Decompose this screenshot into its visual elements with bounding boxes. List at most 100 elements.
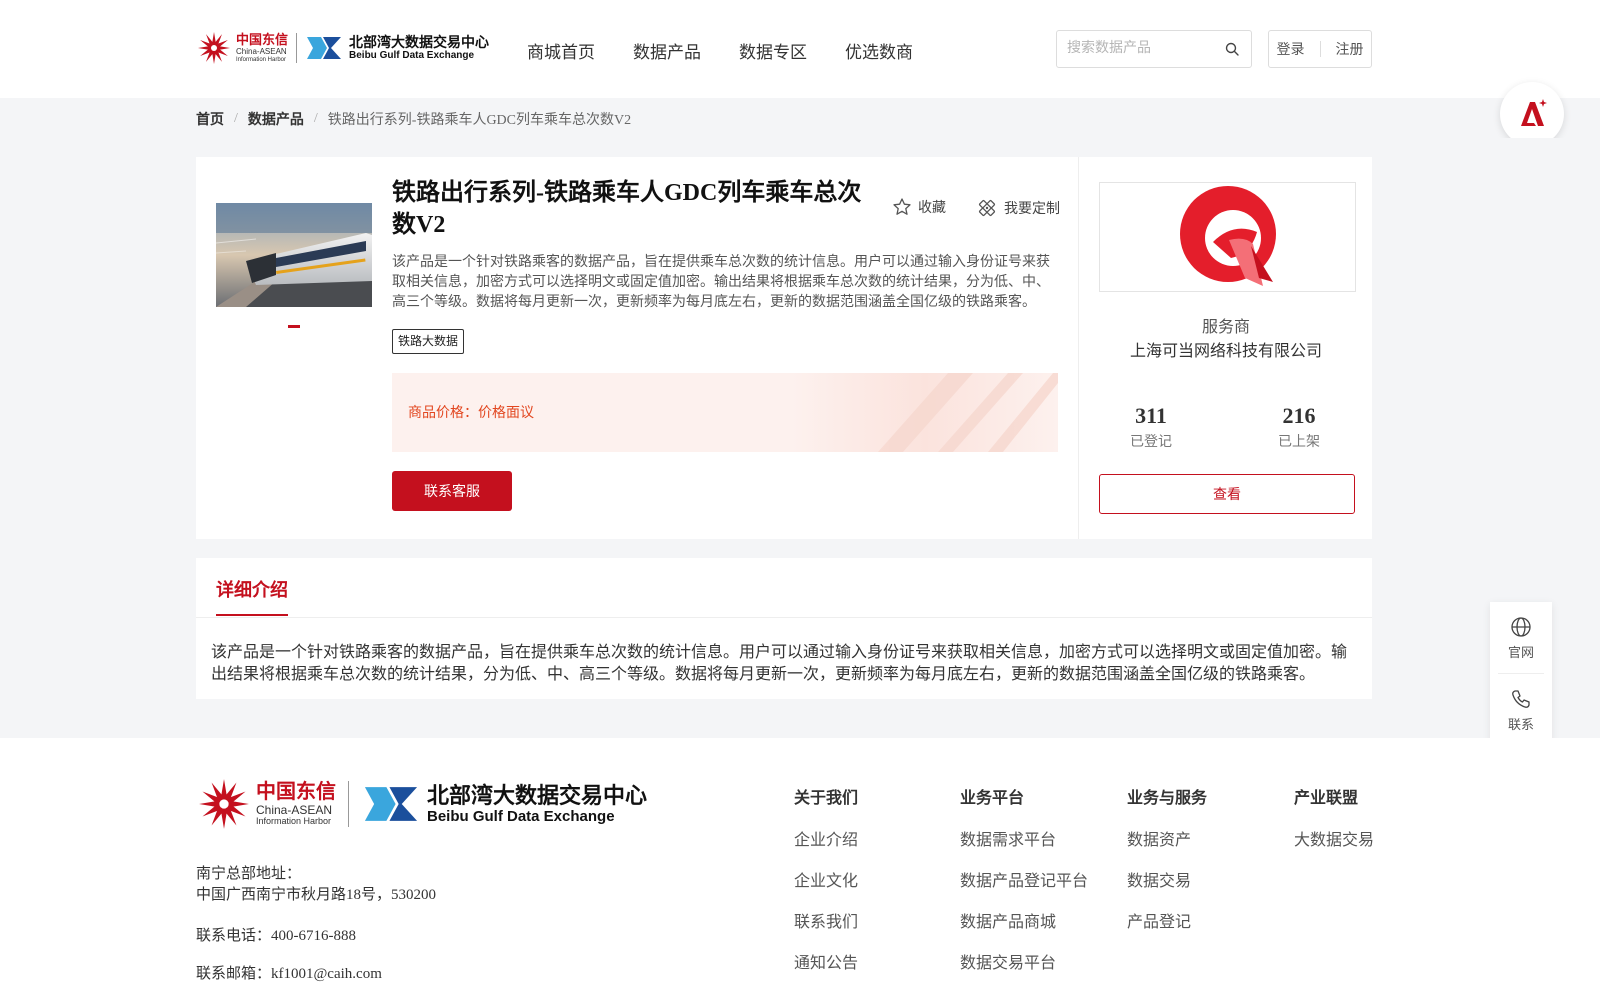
china-asean-logo-icon: [198, 32, 230, 64]
footer-col-title: 产业联盟: [1294, 790, 1359, 807]
breadcrumb-home[interactable]: 首页: [196, 109, 224, 129]
assistant-icon: [1521, 99, 1547, 126]
side-toolbar: 官网 联系: [1490, 602, 1552, 744]
provider-card: 服务商 上海可当网络科技有限公司 311 已登记 216 已上架 查看: [1078, 157, 1372, 539]
product-description: 该产品是一个针对铁路乘客的数据产品，旨在提供乘车总次数的统计信息。用户可以通过输…: [392, 255, 1050, 310]
breadcrumb-category[interactable]: 数据产品: [248, 109, 304, 129]
register-link[interactable]: 注册: [1336, 39, 1364, 59]
logo-cn-line2: China-ASEAN: [236, 47, 287, 56]
nav-item-home[interactable]: 商城首页: [527, 38, 595, 63]
provider-logo[interactable]: [1099, 182, 1356, 292]
footer-logo-cn-text: 中国东信 China-ASEAN Information Harbor: [256, 782, 336, 826]
footer-logo-divider: [348, 781, 349, 827]
footer-link[interactable]: 大数据交易: [1294, 826, 1374, 850]
stat-listed-count: 216: [1282, 403, 1316, 428]
phone-icon: [1512, 690, 1530, 708]
search-icon[interactable]: [1225, 42, 1239, 56]
footer-link[interactable]: 数据交易平台: [960, 949, 1088, 973]
price-decoration: [878, 373, 1058, 452]
footer-link[interactable]: 企业介绍: [794, 826, 858, 850]
nav-item-vendors[interactable]: 优选数商: [845, 38, 913, 63]
main-nav: 商城首页 数据产品 数据专区 优选数商: [527, 38, 913, 63]
product-title: 铁路出行系列-铁路乘车人GDC列车乘车总次数V2: [392, 180, 862, 238]
nav-item-data-zone[interactable]: 数据专区: [739, 38, 807, 63]
provider-name[interactable]: 上海可当网络科技有限公司: [1079, 337, 1373, 361]
footer-logo: 中国东信 China-ASEAN Information Harbor 北部湾大…: [196, 776, 647, 832]
logo-bg-text: 北部湾大数据交易中心 Beibu Gulf Data Exchange: [349, 35, 489, 61]
logo-cn-line3: Information Harbor: [236, 57, 287, 63]
detail-card: 详细介绍 该产品是一个针对铁路乘客的数据产品，旨在提供乘车总次数的统计信息。用户…: [196, 558, 1372, 699]
globe-icon: [1511, 617, 1531, 637]
breadcrumb: 首页 / 数据产品 / 铁路出行系列-铁路乘车人GDC列车乘车总次数V2: [196, 109, 631, 129]
footer-logo-cn-line3: Information Harbor: [256, 816, 332, 826]
logo-cn-line1: 中国东信: [236, 32, 289, 47]
footer-link[interactable]: 产品登记: [1127, 908, 1207, 932]
side-tool-contact[interactable]: 联系: [1490, 688, 1552, 733]
favorite-label: 收藏: [918, 201, 946, 216]
nav-item-data-products[interactable]: 数据产品: [633, 38, 701, 63]
customize-icon: [978, 199, 996, 217]
provider-label: 服务商: [1201, 319, 1250, 336]
customize-button[interactable]: 我要定制: [976, 197, 1060, 219]
search-box: [1056, 30, 1252, 68]
stat-listed: 216 已上架: [1239, 403, 1359, 451]
login-link[interactable]: 登录: [1277, 39, 1305, 59]
contact-service-button[interactable]: 联系客服: [392, 471, 512, 511]
carousel-indicator[interactable]: [288, 325, 300, 328]
footer-link[interactable]: 企业文化: [794, 867, 858, 891]
footer-col-title: 关于我们: [794, 790, 859, 807]
stat-listed-label: 已上架: [1278, 435, 1320, 450]
logo-bg-line1: 北部湾大数据交易中心: [349, 34, 490, 50]
footer-col-title: 业务平台: [960, 790, 1025, 807]
floating-assistant-button[interactable]: [1500, 82, 1564, 146]
footer-phone: 联系电话：400-6716-888: [196, 928, 356, 944]
train-image: [216, 203, 372, 307]
side-tool-website-label: 官网: [1507, 645, 1534, 660]
footer-col-services: 业务与服务 数据资产 数据交易 产品登记: [1127, 784, 1207, 949]
header: 中国东信 China-ASEAN Information Harbor 北部湾大…: [0, 0, 1600, 98]
side-tool-website[interactable]: 官网: [1490, 616, 1552, 661]
price-value: 价格面议: [478, 406, 534, 421]
price-line: 商品价格：价格面议: [408, 402, 534, 422]
footer-address: 南宁总部地址： 中国广西南宁市秋月路18号，530200: [196, 864, 436, 906]
footer-logo-cn-line1: 中国东信: [256, 781, 336, 803]
product-image[interactable]: [216, 203, 372, 307]
logo-bg-line2: Beibu Gulf Data Exchange: [349, 50, 475, 61]
footer-link[interactable]: 通知公告: [794, 949, 858, 973]
stat-registered-label: 已登记: [1130, 435, 1172, 450]
footer-col-platform: 业务平台 数据需求平台 数据产品登记平台 数据产品商城 数据交易平台: [960, 784, 1088, 990]
logo-divider: [296, 33, 298, 63]
footer-link[interactable]: 数据资产: [1127, 826, 1207, 850]
footer-logo-cn-line2: China-ASEAN: [256, 803, 333, 817]
side-tool-contact-label: 联系: [1507, 717, 1534, 732]
footer-col-alliance: 产业联盟 大数据交易: [1294, 784, 1374, 867]
favorite-button[interactable]: 收藏: [892, 197, 946, 217]
footer-link[interactable]: 联系我们: [794, 908, 858, 932]
footer-address-label: 南宁总部地址：: [196, 866, 302, 882]
footer-logo-bg-line2: Beibu Gulf Data Exchange: [427, 807, 615, 825]
breadcrumb-bar: 首页 / 数据产品 / 铁路出行系列-铁路乘车人GDC列车乘车总次数V2: [0, 98, 1600, 138]
beibu-gulf-logo-icon: [307, 37, 342, 59]
tab-divider: [196, 617, 1372, 618]
star-icon: [893, 198, 911, 215]
footer-col-about: 关于我们 企业介绍 企业文化 联系我们 通知公告: [794, 784, 858, 990]
auth-box: 登录 注册: [1268, 30, 1372, 68]
footer-link[interactable]: 数据需求平台: [960, 826, 1088, 850]
view-provider-button[interactable]: 查看: [1099, 474, 1355, 514]
footer-email: 联系邮箱：kf1001@caih.com: [196, 966, 382, 982]
footer-link[interactable]: 数据交易: [1127, 867, 1207, 891]
search-input[interactable]: [1057, 31, 1217, 67]
footer-col-title: 业务与服务: [1127, 790, 1208, 807]
stat-registered-count: 311: [1135, 403, 1167, 428]
breadcrumb-separator: /: [313, 111, 318, 126]
footer-logo-bg-text: 北部湾大数据交易中心 Beibu Gulf Data Exchange: [427, 782, 648, 825]
footer-link[interactable]: 数据产品登记平台: [960, 867, 1088, 891]
footer-logo-bg-line1: 北部湾大数据交易中心: [427, 782, 648, 808]
price-box: 商品价格：价格面议: [392, 373, 1058, 452]
stat-registered: 311 已登记: [1091, 403, 1211, 451]
detail-text: 该产品是一个针对铁路乘客的数据产品，旨在提供乘车总次数的统计信息。用户可以通过输…: [211, 644, 1348, 683]
provider-logo-icon: [1179, 186, 1276, 286]
site-logo[interactable]: 中国东信 China-ASEAN Information Harbor 北部湾大…: [196, 30, 489, 66]
tab-detail-intro[interactable]: 详细介绍: [216, 576, 288, 616]
footer-link[interactable]: 数据产品商城: [960, 908, 1088, 932]
